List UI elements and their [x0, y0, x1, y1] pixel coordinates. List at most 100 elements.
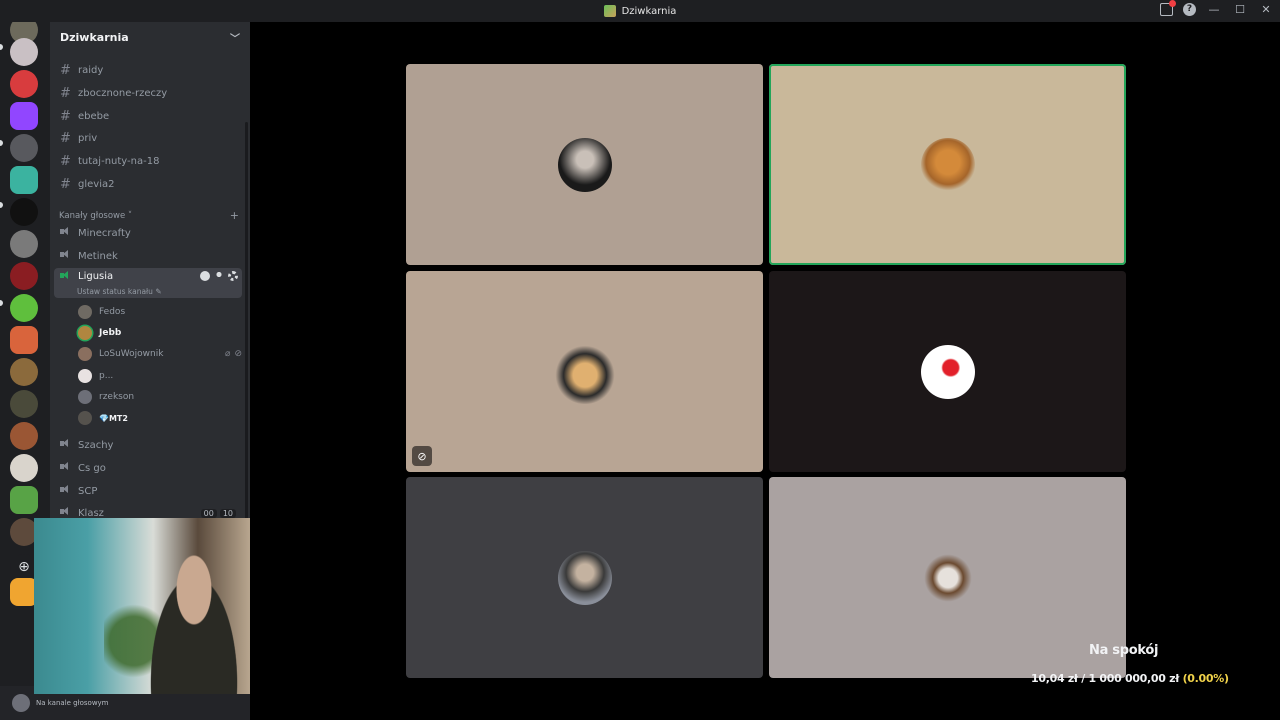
avatar [78, 305, 92, 319]
voice-channel[interactable]: Metinek [54, 246, 242, 266]
channel-name: Metinek [78, 250, 118, 262]
server-icon[interactable] [10, 38, 38, 66]
avatar[interactable] [12, 694, 30, 712]
channel-actions [200, 271, 242, 281]
participant-tile[interactable]: ⊘ [406, 271, 763, 472]
chat-icon[interactable] [200, 271, 210, 281]
server-icon[interactable] [10, 294, 38, 322]
server-icon[interactable] [10, 70, 38, 98]
avatar [78, 347, 92, 361]
server-icon[interactable] [10, 230, 38, 258]
user-name: Fedos [99, 307, 126, 317]
inbox-icon[interactable] [1160, 0, 1176, 16]
avatar [78, 390, 92, 404]
close-button[interactable]: ✕ [1258, 3, 1274, 16]
voice-channel[interactable]: SCP [54, 481, 242, 501]
user-name: p... [99, 371, 114, 381]
gear-icon[interactable] [228, 271, 238, 281]
help-icon[interactable]: ? [1183, 3, 1196, 16]
maximize-button[interactable]: ☐ [1232, 3, 1248, 16]
speaker-icon [60, 485, 76, 497]
participant-tile-speaking[interactable] [769, 64, 1126, 265]
minimize-button[interactable]: — [1206, 3, 1222, 16]
voice-status-text: Na kanale głosowym [36, 699, 109, 707]
user-limit-badges: 00 10 [200, 508, 242, 518]
unread-indicator [0, 202, 3, 208]
hash-icon: # [60, 153, 71, 169]
participant-tile[interactable] [406, 477, 763, 678]
server-icon[interactable] [10, 358, 38, 386]
voice-channel[interactable]: Szachy [54, 435, 242, 455]
server-icon[interactable] [10, 486, 38, 514]
voice-channel[interactable]: Cs go [54, 458, 242, 478]
participant-tile[interactable] [406, 64, 763, 265]
server-icon[interactable] [10, 166, 38, 194]
server-icon[interactable] [10, 134, 38, 162]
voice-channel[interactable]: Minecrafty [54, 223, 242, 243]
text-channel[interactable]: # zbocznone-rzeczy [54, 83, 242, 103]
text-channel[interactable]: # priv [54, 128, 242, 148]
server-icon[interactable] [10, 262, 38, 290]
channel-name: Cs go [78, 462, 106, 474]
voice-user[interactable]: 💎MT2 [78, 408, 242, 428]
channel-status[interactable]: Ustaw status kanału ✎ [77, 287, 162, 296]
donation-percent: (0.00%) [1182, 672, 1229, 685]
participant-tile[interactable] [769, 477, 1126, 678]
text-channel[interactable]: # ebebe [54, 106, 242, 126]
voice-user[interactable]: p... [78, 366, 242, 386]
channel-name: ebebe [78, 110, 110, 122]
badge: 10 [219, 508, 236, 518]
hash-icon: # [60, 176, 71, 192]
server-icon[interactable] [10, 390, 38, 418]
channel-name: Klasz [78, 507, 104, 519]
hash-icon: # [60, 108, 71, 124]
unread-indicator [0, 300, 3, 306]
channel-name: priv [78, 132, 98, 144]
speaker-icon [60, 227, 76, 239]
channel-name: tutaj-nuty-na-18 [78, 155, 160, 167]
avatar [78, 326, 92, 340]
user-name: Jebb [99, 328, 122, 338]
mic-muted-icon: ⌀ [225, 349, 231, 359]
speaker-icon [60, 439, 76, 451]
channel-name: Szachy [78, 439, 114, 451]
speaker-icon [60, 250, 76, 262]
speaker-icon [60, 271, 76, 283]
add-channel-icon[interactable]: + [230, 209, 239, 222]
channel-status-text: Ustaw status kanału [77, 287, 153, 296]
hash-icon: # [60, 85, 71, 101]
voice-category[interactable]: Kanały głosowe ˅ + [59, 209, 239, 222]
channel-name: Ligusia [78, 271, 114, 282]
avatar [920, 344, 975, 399]
avatar [78, 369, 92, 383]
text-channel[interactable]: # raidy [54, 60, 242, 80]
server-icon[interactable] [10, 198, 38, 226]
voice-user[interactable]: rzekson [78, 387, 242, 407]
server-icon[interactable] [10, 422, 38, 450]
avatar [920, 550, 975, 605]
voice-user[interactable]: Fedos [78, 302, 242, 322]
guild-name: Dziwkarnia [60, 30, 129, 44]
window-title-text: Dziwkarnia [621, 5, 677, 17]
hash-icon: # [60, 62, 71, 78]
invite-icon[interactable] [214, 271, 224, 281]
voice-user[interactable]: LoSuWojownik ⌀ ⊘ [78, 344, 242, 364]
text-channel[interactable]: # tutaj-nuty-na-18 [54, 151, 242, 171]
server-icon[interactable] [10, 326, 38, 354]
participant-tile[interactable] [769, 271, 1126, 472]
channel-name: zbocznone-rzeczy [78, 87, 168, 99]
discord-app: Dziwkarnia ? — ☐ ✕ ⊕ Dziwkarnia ﹀ # raid… [0, 0, 1280, 720]
guild-header[interactable]: Dziwkarnia ﹀ [50, 22, 250, 52]
server-icon[interactable] [10, 454, 38, 482]
category-label: Kanały głosowe [59, 210, 126, 221]
avatar [552, 339, 617, 404]
window-title: Dziwkarnia [603, 5, 677, 17]
channel-name: SCP [78, 485, 98, 497]
voice-call-stage: ⊘ [250, 22, 1280, 720]
user-name: LoSuWojownik [99, 349, 164, 359]
text-channel[interactable]: # glevia2 [54, 174, 242, 194]
deafened-icon: ⊘ [234, 349, 242, 359]
twitch-server-icon[interactable] [10, 102, 38, 130]
scrollbar[interactable] [245, 122, 248, 532]
voice-user[interactable]: Jebb [78, 323, 242, 343]
